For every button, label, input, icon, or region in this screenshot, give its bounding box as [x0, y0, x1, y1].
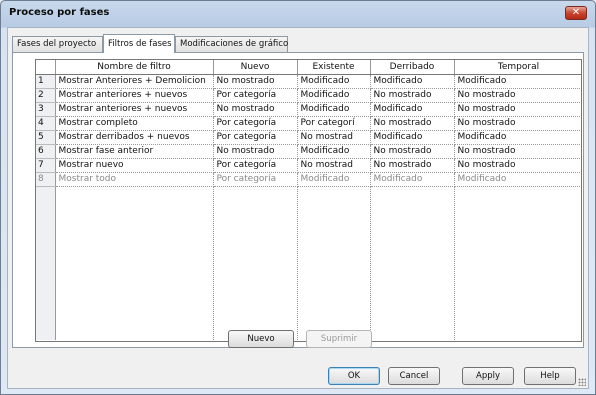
dialog-body: Fases del proyecto Filtros de fases Modi…	[7, 27, 589, 389]
column-header-derribado[interactable]: Derribado	[370, 60, 455, 75]
derribado-cell[interactable]: No mostrado	[370, 144, 455, 159]
empty-cell	[454, 186, 581, 340]
row-number[interactable]: 6	[36, 144, 56, 159]
table-row[interactable]: 8 Mostrar todo Por categoría Modificado …	[36, 172, 581, 187]
existente-cell[interactable]: Modificado	[297, 144, 371, 159]
filter-name-cell[interactable]: Mostrar todo	[55, 172, 214, 187]
derribado-cell[interactable]: Modificado	[370, 130, 455, 145]
temporal-cell[interactable]: No mostrado	[454, 158, 581, 173]
filter-name-cell[interactable]: Mostrar completo	[55, 116, 214, 131]
close-button[interactable]: ✕	[565, 6, 587, 20]
title-bar[interactable]: Proceso por fases ✕	[1, 1, 595, 25]
empty-cell	[213, 186, 298, 340]
row-number[interactable]: 8	[36, 172, 56, 187]
help-button[interactable]: Help	[524, 367, 576, 385]
nuevo-cell[interactable]: Por categoría	[213, 116, 298, 131]
column-header-nombre[interactable]: Nombre de filtro	[55, 60, 214, 75]
derribado-cell[interactable]: No mostrado	[370, 116, 455, 131]
temporal-cell[interactable]: Modificado	[454, 172, 581, 187]
filter-name-cell[interactable]: Mostrar Anteriores + Demolicion	[55, 74, 214, 89]
row-number[interactable]: 7	[36, 158, 56, 173]
column-header-temporal[interactable]: Temporal	[454, 60, 581, 75]
derribado-cell[interactable]: No mostrado	[370, 158, 455, 173]
existente-cell[interactable]: Modificado	[297, 102, 371, 117]
table-row[interactable]: 6 Mostrar fase anterior No mostrado Modi…	[36, 144, 581, 159]
filter-name-cell[interactable]: Mostrar anteriores + nuevos	[55, 102, 214, 117]
filter-name-cell[interactable]: Mostrar derribados + nuevos	[55, 130, 214, 145]
nuevo-cell[interactable]: No mostrado	[213, 74, 298, 89]
resize-grip-icon[interactable]	[578, 378, 586, 386]
temporal-cell[interactable]: Modificado	[454, 74, 581, 89]
existente-cell[interactable]: Modificado	[297, 172, 371, 187]
existente-cell[interactable]: Por categorí	[297, 116, 371, 131]
nuevo-cell[interactable]: Por categoría	[213, 172, 298, 187]
table-header-row: Nombre de filtro Nuevo Existente Derriba…	[36, 60, 581, 75]
apply-button[interactable]: Apply	[462, 367, 514, 385]
dialog-window: Proceso por fases ✕ Fases del proyecto F…	[0, 0, 596, 395]
cancel-button[interactable]: Cancel	[388, 367, 440, 385]
row-number[interactable]: 2	[36, 88, 56, 103]
table-row[interactable]: 2 Mostrar anteriores + nuevos Por catego…	[36, 88, 581, 103]
column-header-existente[interactable]: Existente	[297, 60, 371, 75]
row-number[interactable]: 5	[36, 130, 56, 145]
empty-table-area	[36, 186, 581, 340]
tab-filtros-de-fases[interactable]: Filtros de fases	[103, 34, 175, 53]
nuevo-cell[interactable]: Por categoría	[213, 88, 298, 103]
existente-cell[interactable]: Modificado	[297, 88, 371, 103]
delete-filter-button[interactable]: Suprimir	[306, 330, 372, 348]
table-row[interactable]: 1 Mostrar Anteriores + Demolicion No mos…	[36, 74, 581, 89]
nuevo-cell[interactable]: Por categoría	[213, 158, 298, 173]
temporal-cell[interactable]: No mostrado	[454, 116, 581, 131]
derribado-cell[interactable]: Modificado	[370, 74, 455, 89]
empty-cell	[55, 186, 214, 340]
filter-name-cell[interactable]: Mostrar fase anterior	[55, 144, 214, 159]
existente-cell[interactable]: Modificado	[297, 74, 371, 89]
existente-cell[interactable]: No mostrad	[297, 130, 371, 145]
filter-name-cell[interactable]: Mostrar nuevo	[55, 158, 214, 173]
derribado-cell[interactable]: Modificado	[370, 172, 455, 187]
existente-cell[interactable]: No mostrad	[297, 158, 371, 173]
new-filter-button[interactable]: Nuevo	[228, 330, 294, 348]
empty-cell	[370, 186, 455, 340]
table-row[interactable]: 7 Mostrar nuevo Por categoría No mostrad…	[36, 158, 581, 173]
tab-fases-del-proyecto[interactable]: Fases del proyecto	[12, 36, 103, 52]
table-row[interactable]: 3 Mostrar anteriores + nuevos No mostrad…	[36, 102, 581, 117]
temporal-cell[interactable]: No mostrado	[454, 102, 581, 117]
empty-cell	[297, 186, 371, 340]
ok-button[interactable]: OK	[328, 367, 380, 385]
phase-filters-table: Nombre de filtro Nuevo Existente Derriba…	[35, 59, 582, 342]
phase-filters-panel: Nombre de filtro Nuevo Existente Derriba…	[12, 52, 584, 348]
row-number[interactable]: 4	[36, 116, 56, 131]
temporal-cell[interactable]: Modificado	[454, 130, 581, 145]
column-header-nuevo[interactable]: Nuevo	[213, 60, 298, 75]
nuevo-cell[interactable]: Por categoría	[213, 130, 298, 145]
window-title: Proceso por fases	[9, 7, 110, 18]
nuevo-cell[interactable]: No mostrado	[213, 144, 298, 159]
column-header-index	[36, 60, 56, 75]
temporal-cell[interactable]: No mostrado	[454, 144, 581, 159]
row-number[interactable]: 1	[36, 74, 56, 89]
table-row[interactable]: 5 Mostrar derribados + nuevos Por catego…	[36, 130, 581, 145]
tab-modificaciones-de-grafico[interactable]: Modificaciones de gráfico	[175, 36, 288, 52]
temporal-cell[interactable]: No mostrado	[454, 88, 581, 103]
derribado-cell[interactable]: No mostrado	[370, 88, 455, 103]
row-number[interactable]: 3	[36, 102, 56, 117]
derribado-cell[interactable]: Modificado	[370, 102, 455, 117]
table-row[interactable]: 4 Mostrar completo Por categoría Por cat…	[36, 116, 581, 131]
filter-name-cell[interactable]: Mostrar anteriores + nuevos	[55, 88, 214, 103]
empty-row-header	[36, 186, 56, 340]
nuevo-cell[interactable]: No mostrado	[213, 102, 298, 117]
